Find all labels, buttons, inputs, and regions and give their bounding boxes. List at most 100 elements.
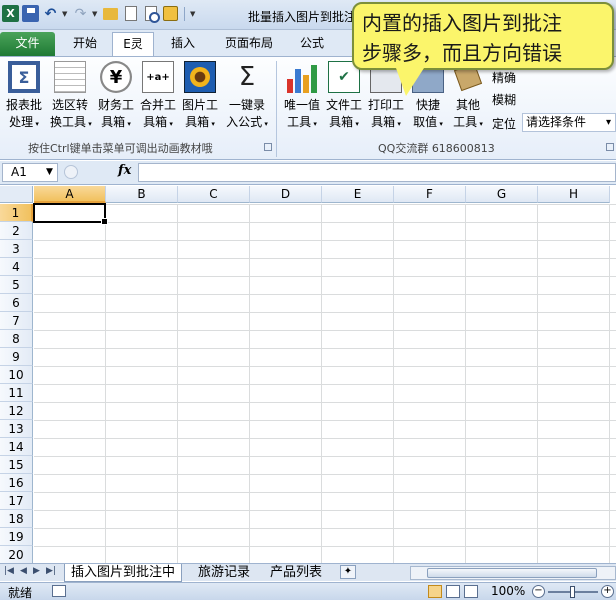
save-icon[interactable]	[22, 5, 39, 22]
sheet-tab-insert-picture[interactable]: 插入图片到批注中	[64, 564, 183, 582]
ribbon: Σ 报表批 处理 选区转 换工具 ¥ 财务工 具箱 +a+ 合并工 具箱 图片工…	[0, 56, 616, 160]
column-header[interactable]: D	[250, 186, 322, 203]
row-header[interactable]: 16	[0, 474, 33, 492]
row-header[interactable]: 20	[0, 546, 33, 564]
tab-formulas[interactable]: 公式	[290, 32, 334, 56]
row-header[interactable]: 19	[0, 528, 33, 546]
next-sheet-icon[interactable]: ▶	[33, 566, 40, 576]
page-layout-view-icon[interactable]	[446, 585, 460, 598]
row-header[interactable]: 14	[0, 438, 33, 456]
column-header[interactable]: G	[466, 186, 538, 203]
row-header[interactable]: 8	[0, 330, 33, 348]
precise-search-button[interactable]: 精确	[492, 69, 516, 86]
sheet-tab-products[interactable]: 产品列表	[264, 564, 328, 582]
open-icon[interactable]	[102, 5, 119, 22]
row-header[interactable]: 2	[0, 222, 33, 240]
merge-cells-icon: +a+	[142, 61, 174, 93]
undo-dropdown-icon[interactable]: ▼	[62, 10, 69, 18]
row-header[interactable]: 17	[0, 492, 33, 510]
name-box-dropdown-icon[interactable]: ▼	[46, 167, 53, 177]
group-launcher-icon[interactable]	[264, 143, 272, 151]
zoom-in-icon[interactable]: +	[601, 585, 614, 598]
tab-file[interactable]: 文件	[0, 32, 55, 56]
column-header[interactable]: F	[394, 186, 466, 203]
active-cell[interactable]	[33, 203, 108, 225]
row-header[interactable]: 9	[0, 348, 33, 366]
column-header[interactable]: A	[34, 186, 106, 203]
undo-icon[interactable]: ↶	[42, 5, 59, 22]
scrollbar-thumb[interactable]	[427, 568, 597, 578]
button-label: 快捷	[415, 98, 440, 112]
callout-text: 内置的插入图片到批注 步骤多，而且方向错误	[362, 8, 612, 68]
row-header[interactable]: 18	[0, 510, 33, 528]
sheet-tab-travel[interactable]: 旅游记录	[192, 564, 256, 582]
customize-qat-icon[interactable]: ▼	[190, 10, 197, 18]
row-header[interactable]: 13	[0, 420, 33, 438]
column-header[interactable]: B	[106, 186, 178, 203]
unique-value-button[interactable]: 唯一值 工具	[282, 61, 322, 133]
print-preview-icon[interactable]	[142, 5, 160, 23]
button-label: 具箱	[138, 114, 178, 133]
button-label: 具箱	[366, 114, 406, 133]
row-header[interactable]: 5	[0, 276, 33, 294]
row-header[interactable]: 12	[0, 402, 33, 420]
redo-icon[interactable]: ↷	[72, 5, 89, 22]
row-header[interactable]: 11	[0, 384, 33, 402]
page-break-view-icon[interactable]	[464, 585, 478, 598]
zoom-level[interactable]: 100%	[491, 584, 525, 598]
fuzzy-search-button[interactable]: 模糊	[492, 91, 516, 108]
select-all-corner[interactable]	[0, 186, 33, 203]
zoom-slider-thumb[interactable]	[570, 586, 575, 598]
button-label: 取值	[408, 114, 448, 133]
tab-insert[interactable]: 插入	[160, 32, 206, 56]
button-label: 入公式	[224, 114, 270, 133]
redo-dropdown-icon[interactable]: ▼	[92, 10, 99, 18]
button-label: 图片工	[181, 98, 218, 112]
report-batch-button[interactable]: Σ 报表批 处理	[4, 61, 44, 133]
first-sheet-icon[interactable]: |◀	[4, 566, 14, 576]
group-label-tip: 按住Ctrl键单击菜单可调出动画教材哦	[28, 142, 213, 155]
button-label: 财务工	[97, 98, 134, 112]
condition-select[interactable]: 请选择条件	[522, 113, 616, 132]
row-header[interactable]: 1	[0, 204, 33, 222]
row-header[interactable]: 10	[0, 366, 33, 384]
insert-sheet-icon[interactable]: ✦	[340, 565, 356, 579]
locate-button[interactable]: 定位	[492, 115, 516, 132]
quick-formula-button[interactable]: Σ 一键录 入公式	[224, 61, 270, 133]
row-header[interactable]: 4	[0, 258, 33, 276]
expand-icon[interactable]	[64, 165, 78, 179]
bar-chart-icon	[286, 61, 318, 93]
wizard-icon[interactable]	[162, 5, 179, 22]
last-sheet-icon[interactable]: ▶|	[46, 566, 56, 576]
row-header[interactable]: 7	[0, 312, 33, 330]
column-header[interactable]: E	[322, 186, 394, 203]
file-toolbox-button[interactable]: ✔ 文件工 具箱	[324, 61, 364, 133]
cell-area[interactable]	[34, 204, 616, 564]
button-label: 工具	[448, 114, 488, 133]
horizontal-scrollbar[interactable]	[410, 566, 616, 580]
selection-convert-button[interactable]: 选区转 换工具	[50, 61, 90, 133]
excel-logo-icon[interactable]: X	[2, 5, 19, 22]
new-icon[interactable]	[122, 5, 139, 22]
prev-sheet-icon[interactable]: ◀	[20, 566, 27, 576]
column-header[interactable]: H	[538, 186, 610, 203]
group-launcher-icon-2[interactable]	[606, 143, 614, 151]
tab-page-layout[interactable]: 页面布局	[215, 32, 283, 56]
other-tools-button[interactable]: 其他 工具	[448, 61, 488, 133]
picture-toolbox-button[interactable]: 图片工 具箱	[180, 61, 220, 133]
formula-input[interactable]	[138, 163, 616, 182]
row-header[interactable]: 15	[0, 456, 33, 474]
spreadsheet-grid: ABCDEFGH 1 2 3 4 5 6 7 8 9 10 11 12 13 14 15 16 17 18 19 20	[0, 186, 616, 564]
insert-function-icon[interactable]: fx	[118, 163, 131, 178]
tab-home[interactable]: 开始	[62, 32, 108, 56]
finance-toolbox-button[interactable]: ¥ 财务工 具箱	[96, 61, 136, 133]
merge-toolbox-button[interactable]: +a+ 合并工 具箱	[138, 61, 178, 133]
column-header[interactable]: C	[178, 186, 250, 203]
tab-eling[interactable]: E灵	[112, 32, 154, 56]
normal-view-icon[interactable]	[428, 585, 442, 598]
row-header[interactable]: 6	[0, 294, 33, 312]
row-header[interactable]: 3	[0, 240, 33, 258]
macro-record-icon[interactable]	[52, 585, 66, 597]
sheet-tab-bar: |◀ ◀ ▶ ▶| 插入图片到批注中 旅游记录 产品列表 ✦	[0, 563, 616, 582]
zoom-out-icon[interactable]: −	[532, 585, 545, 598]
